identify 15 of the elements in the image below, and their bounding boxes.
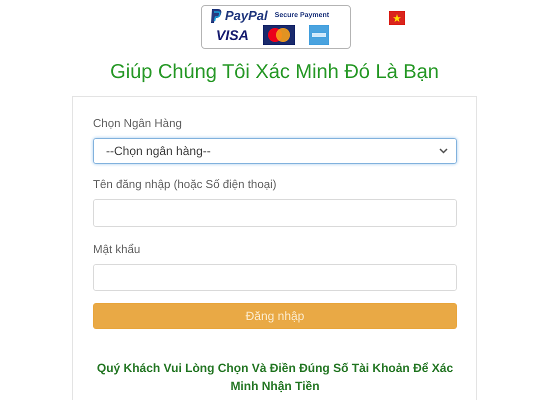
username-field[interactable] [93, 198, 457, 226]
password-field[interactable] [93, 264, 457, 292]
field-label: Tên đăng nhập (hoặc Số điện thoại) [93, 178, 276, 192]
card-brand: VISA [216, 27, 249, 43]
notice-text: Quý Khách Vui Lòng Chọn Và Điền Đúng Số Tài Khoản Để Xác Minh Nhận Tiền [96, 360, 454, 395]
flag-icon[interactable] [389, 11, 405, 25]
field-label: Mật khẩu [93, 242, 140, 256]
amex-card-icon [308, 25, 329, 45]
mastercard-icon [262, 25, 295, 45]
paypal-logo-icon [210, 8, 222, 22]
brand-name: PayPal [225, 8, 268, 23]
bank-select[interactable]: --Chọn ngân hàng-- [93, 138, 457, 164]
chevron-down-icon [439, 148, 448, 154]
page-title: Giúp Chúng Tôi Xác Minh Đó Là Bạn [110, 60, 439, 84]
field-label: Chọn Ngân Hàng [93, 117, 182, 131]
